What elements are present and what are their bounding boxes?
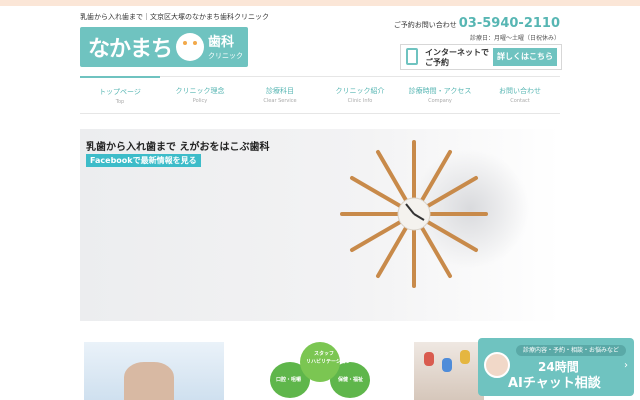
product-bottle xyxy=(460,350,470,364)
clock-rays xyxy=(340,140,488,288)
site-tagline: 乳歯から入れ歯まで｜文京区大塚のなかまち歯科クリニック xyxy=(80,13,269,21)
nav-sublabel: Contact xyxy=(510,98,530,104)
nav-sublabel: Company xyxy=(428,98,452,104)
product-bottle xyxy=(424,352,434,366)
feature-card-photo-hands[interactable] xyxy=(84,342,224,400)
nav-label: お問い合わせ xyxy=(499,87,541,95)
nav-item-access[interactable]: 診療時間・アクセス Company xyxy=(400,77,480,113)
hero-banner: 乳歯から入れ歯まで えがおをはこぶ歯科 Facebookで最新情報を見る xyxy=(80,129,560,321)
hero-headline: 乳歯から入れ歯まで えがおをはこぶ歯科 xyxy=(86,142,270,153)
clover-label: スタッフ xyxy=(314,351,335,357)
global-nav: トップページ Top クリニック理念 Policy 診療科目 Clear Ser… xyxy=(80,76,560,114)
nav-item-services[interactable]: 診療科目 Clear Service xyxy=(240,77,320,113)
feature-card-clover[interactable]: スタッフ リハビリテーション 口腔・咀嚼 保健・福祉 xyxy=(264,342,376,400)
logo-subtitle: クリニック xyxy=(208,52,243,60)
nav-sublabel: Clinic Info xyxy=(347,98,373,104)
office-hours: 診療日：月曜〜土曜（日祝休み） xyxy=(469,35,560,42)
ai-chat-subtitle: 診療内容・予約・相談・お悩みなど xyxy=(516,345,626,356)
nav-sublabel: Top xyxy=(115,99,125,105)
product-bottle xyxy=(442,358,452,372)
nav-label: クリニック理念 xyxy=(175,87,225,95)
nav-label: 診療科目 xyxy=(266,87,294,95)
internet-reservation-banner[interactable]: インターネットで ご予約 詳しくはこちら xyxy=(400,44,562,70)
contact-block: ご予約お問い合わせ 03-5940-2110 診療日：月曜〜土曜（日祝休み） xyxy=(394,12,560,42)
nav-item-policy[interactable]: クリニック理念 Policy xyxy=(160,77,240,113)
ai-chat-title-line2: AIチャット相談 xyxy=(508,376,601,391)
phone-number[interactable]: 03-5940-2110 xyxy=(459,16,560,31)
chevron-right-icon: › xyxy=(624,360,628,371)
contact-label: ご予約お問い合わせ xyxy=(393,21,457,29)
nav-sublabel: Clear Service xyxy=(263,98,297,104)
nav-item-contact[interactable]: お問い合わせ Contact xyxy=(480,77,560,113)
logo-main-text: なかまち xyxy=(88,37,173,62)
clover-label: 口腔・咀嚼 xyxy=(276,377,302,383)
reservation-line2: ご予約 xyxy=(425,58,449,67)
feature-card-products[interactable] xyxy=(414,342,484,400)
nav-label: トップページ xyxy=(99,88,141,96)
logo-kanji: 歯科 xyxy=(208,35,235,50)
nav-sublabel: Policy xyxy=(192,98,208,104)
nav-label: クリニック紹介 xyxy=(335,87,385,95)
clover-label: 保健・福祉 xyxy=(338,377,364,383)
ai-chat-widget[interactable]: 診療内容・予約・相談・お悩みなど 24時間 AIチャット相談 › xyxy=(478,338,634,396)
assistant-avatar xyxy=(484,352,510,378)
nav-item-clinic-info[interactable]: クリニック紹介 Clinic Info xyxy=(320,77,400,113)
nav-label: 診療時間・アクセス xyxy=(408,87,472,95)
clinic-logo[interactable]: なかまち 歯科 クリニック xyxy=(80,27,248,67)
smartphone-icon xyxy=(406,48,418,65)
details-button[interactable]: 詳しくはこちら xyxy=(493,48,557,66)
clover-label: リハビリテーション xyxy=(306,359,351,365)
top-accent-bar xyxy=(0,0,640,6)
hands-photo xyxy=(124,362,174,400)
facebook-link[interactable]: Facebookで最新情報を見る xyxy=(86,154,201,167)
tooth-mascot-icon xyxy=(176,33,204,61)
nav-item-top[interactable]: トップページ Top xyxy=(80,76,160,113)
